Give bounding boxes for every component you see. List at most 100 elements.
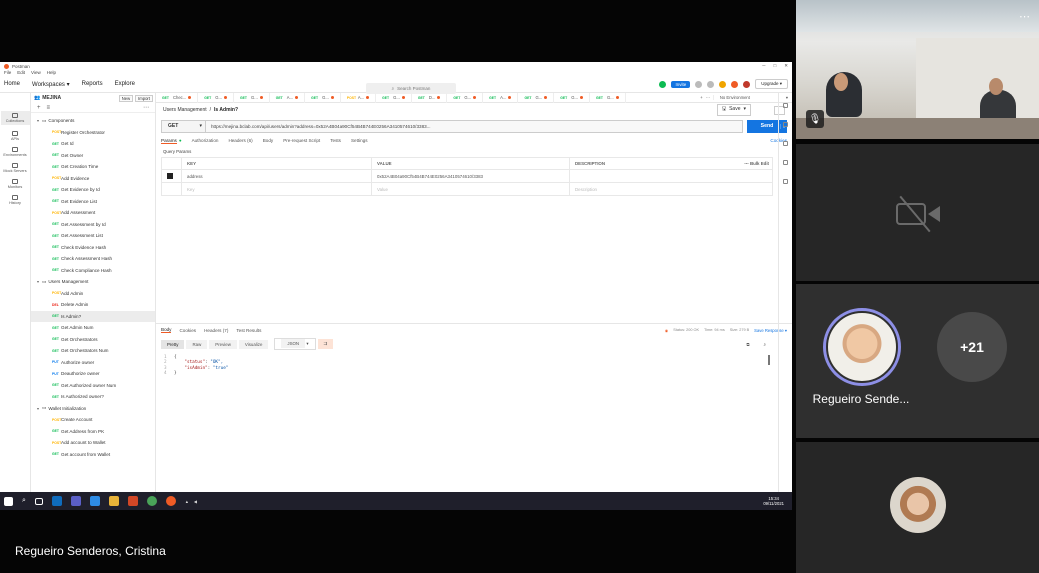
request-option-tab[interactable]: Headers (6) <box>228 138 252 143</box>
request-option-tab[interactable]: Authorization <box>192 138 219 143</box>
request-tab[interactable]: GET G... <box>305 93 341 103</box>
info-icon[interactable] <box>783 160 788 165</box>
postman-taskbar-icon[interactable] <box>165 496 176 506</box>
tree-folder[interactable]: ▾ ▭ Users Management <box>31 276 155 288</box>
request-option-tab[interactable]: Tests <box>330 138 341 143</box>
request-option-tab[interactable]: Settings <box>351 138 368 143</box>
tree-request[interactable]: GET Check Assessment Hash <box>31 253 155 265</box>
tree-request[interactable]: GET Check Evidence Hash <box>31 242 155 254</box>
tree-request[interactable]: GET Get Assessment by Id <box>31 219 155 231</box>
response-scrollbar[interactable] <box>768 355 770 365</box>
param-key-placeholder[interactable]: Key <box>181 182 372 196</box>
menu-edit[interactable]: Edit <box>17 70 25 76</box>
edge-icon[interactable] <box>89 496 100 506</box>
bulk-edit-button[interactable]: ⋯ Bulk Edit <box>744 161 772 167</box>
tree-request[interactable]: POST Create Account <box>31 414 155 426</box>
nav-home[interactable]: Home <box>4 81 20 87</box>
teams-icon[interactable] <box>70 496 81 506</box>
tabs-more-icon[interactable]: ⋯ <box>706 95 710 100</box>
satellite-icon[interactable] <box>695 80 703 88</box>
outlook-icon[interactable] <box>51 496 62 506</box>
view-preview[interactable]: Preview <box>209 339 237 349</box>
avatar[interactable] <box>743 80 751 88</box>
tree-request[interactable]: GET Get account from Wallet <box>31 449 155 461</box>
tree-request[interactable]: POST Add Evidence <box>31 173 155 185</box>
menu-file[interactable]: File <box>4 70 11 76</box>
network-icon[interactable]: ▲ <box>185 499 189 504</box>
related-icon[interactable] <box>783 179 788 184</box>
request-tab[interactable]: GET A... <box>270 93 306 103</box>
response-tab-cookies[interactable]: Cookies <box>179 328 196 333</box>
params-placeholder-row[interactable]: Key Value Description <box>161 182 773 196</box>
response-tab-headers[interactable]: Headers (7) <box>204 328 228 333</box>
tree-request[interactable]: GET Get Id <box>31 138 155 150</box>
taskbar-clock[interactable]: 15:34 09/11/2021 <box>763 496 792 506</box>
response-size[interactable]: Size: 279 B <box>730 328 749 333</box>
tree-request[interactable]: POST Add Assessment <box>31 207 155 219</box>
breadcrumb-current[interactable]: Is Admin? <box>214 107 238 113</box>
tree-request[interactable]: GET Get Address from PK <box>31 426 155 438</box>
more-participants-button[interactable]: +21 <box>937 312 1007 382</box>
tree-request[interactable]: GET Get Admin Num <box>31 322 155 334</box>
request-option-tab[interactable]: Body <box>263 138 273 143</box>
more-icon[interactable]: ⋯ <box>143 104 149 111</box>
params-row[interactable]: address 0x52A4B04a90Cf54B4B744E0256A3410… <box>161 169 773 183</box>
tree-folder[interactable]: ▾ ▭ Components <box>31 115 155 127</box>
response-time[interactable]: Time: 94 ms <box>704 328 725 333</box>
upgrade-button[interactable]: Upgrade ▾ <box>755 79 788 89</box>
request-tab[interactable]: GET G... <box>376 93 412 103</box>
request-option-tab[interactable]: Pre-request Script <box>283 138 320 143</box>
new-button[interactable]: New <box>118 94 134 102</box>
view-visualize[interactable]: Visualize <box>238 339 269 349</box>
url-input[interactable]: https://mejina.bclab.com/api/users/admin… <box>206 119 743 133</box>
nav-reports[interactable]: Reports <box>82 81 103 87</box>
tree-request[interactable]: GET Get Evidence List <box>31 196 155 208</box>
maximize-icon[interactable]: □ <box>774 63 777 69</box>
rail-monitors[interactable]: Monitors <box>1 179 30 189</box>
rail-collections[interactable]: Collections <box>0 111 30 125</box>
wrap-icon[interactable]: ⇉ <box>317 339 334 349</box>
response-tab-body[interactable]: Body <box>161 327 172 333</box>
comments-icon[interactable] <box>783 122 788 127</box>
tree-request[interactable]: POST Add account to Wallet <box>31 437 155 449</box>
copy-icon[interactable]: ⧉ <box>740 340 755 349</box>
notification-icon[interactable] <box>719 80 727 88</box>
tree-folder[interactable]: ▾ ▭ Wallet Initialization <box>31 403 155 415</box>
tree-request[interactable]: POST Register Orchestrator <box>31 127 155 139</box>
menu-view[interactable]: View <box>31 70 41 76</box>
powerpoint-icon[interactable] <box>127 496 138 506</box>
request-tab[interactable]: POST A... <box>341 93 377 103</box>
participant-avatar[interactable] <box>823 308 901 386</box>
view-raw[interactable]: Raw <box>186 339 208 349</box>
sync-icon[interactable] <box>659 80 667 88</box>
method-select[interactable]: GET ▾ <box>161 119 206 133</box>
tree-request[interactable]: GET Get Orchestrators Num <box>31 345 155 357</box>
search-icon[interactable]: ⌕ <box>758 340 772 349</box>
request-tab[interactable]: GET Chec... <box>156 93 199 103</box>
tree-request[interactable]: PUT Deauthorize owner <box>31 368 155 380</box>
task-view-icon[interactable] <box>34 497 43 505</box>
code-icon[interactable] <box>783 141 788 146</box>
heart-icon[interactable] <box>731 80 739 88</box>
volume-icon[interactable]: ◀ <box>194 499 197 504</box>
request-tab[interactable]: GET G... <box>234 93 270 103</box>
menu-help[interactable]: Help <box>47 70 56 76</box>
add-icon[interactable]: + <box>37 105 41 111</box>
response-tab-tests[interactable]: Test Results <box>236 328 261 333</box>
rail-mock-servers[interactable]: Mock Servers <box>1 163 30 173</box>
documentation-icon[interactable] <box>783 103 788 108</box>
request-tab[interactable]: GET A... <box>483 93 519 103</box>
video-tile-room[interactable]: 🎙 ⋯ <box>796 0 1039 139</box>
close-icon[interactable]: ✕ <box>784 63 788 69</box>
minimize-icon[interactable]: ─ <box>762 63 765 69</box>
new-tab-icon[interactable]: + <box>700 95 702 100</box>
request-tab[interactable]: GET G... <box>198 93 235 103</box>
param-description-placeholder[interactable]: Description <box>569 182 773 196</box>
tree-request[interactable]: PUT Authorize owner <box>31 357 155 369</box>
taskbar-search-icon[interactable]: ⌕ <box>22 497 26 505</box>
param-checkbox[interactable] <box>161 169 182 183</box>
request-tab[interactable]: GET G... <box>554 93 590 103</box>
window-controls[interactable]: ─ □ ✕ <box>762 63 792 69</box>
breadcrumb-parent[interactable]: Users Management <box>163 107 207 113</box>
self-video-tile[interactable] <box>796 442 1039 573</box>
